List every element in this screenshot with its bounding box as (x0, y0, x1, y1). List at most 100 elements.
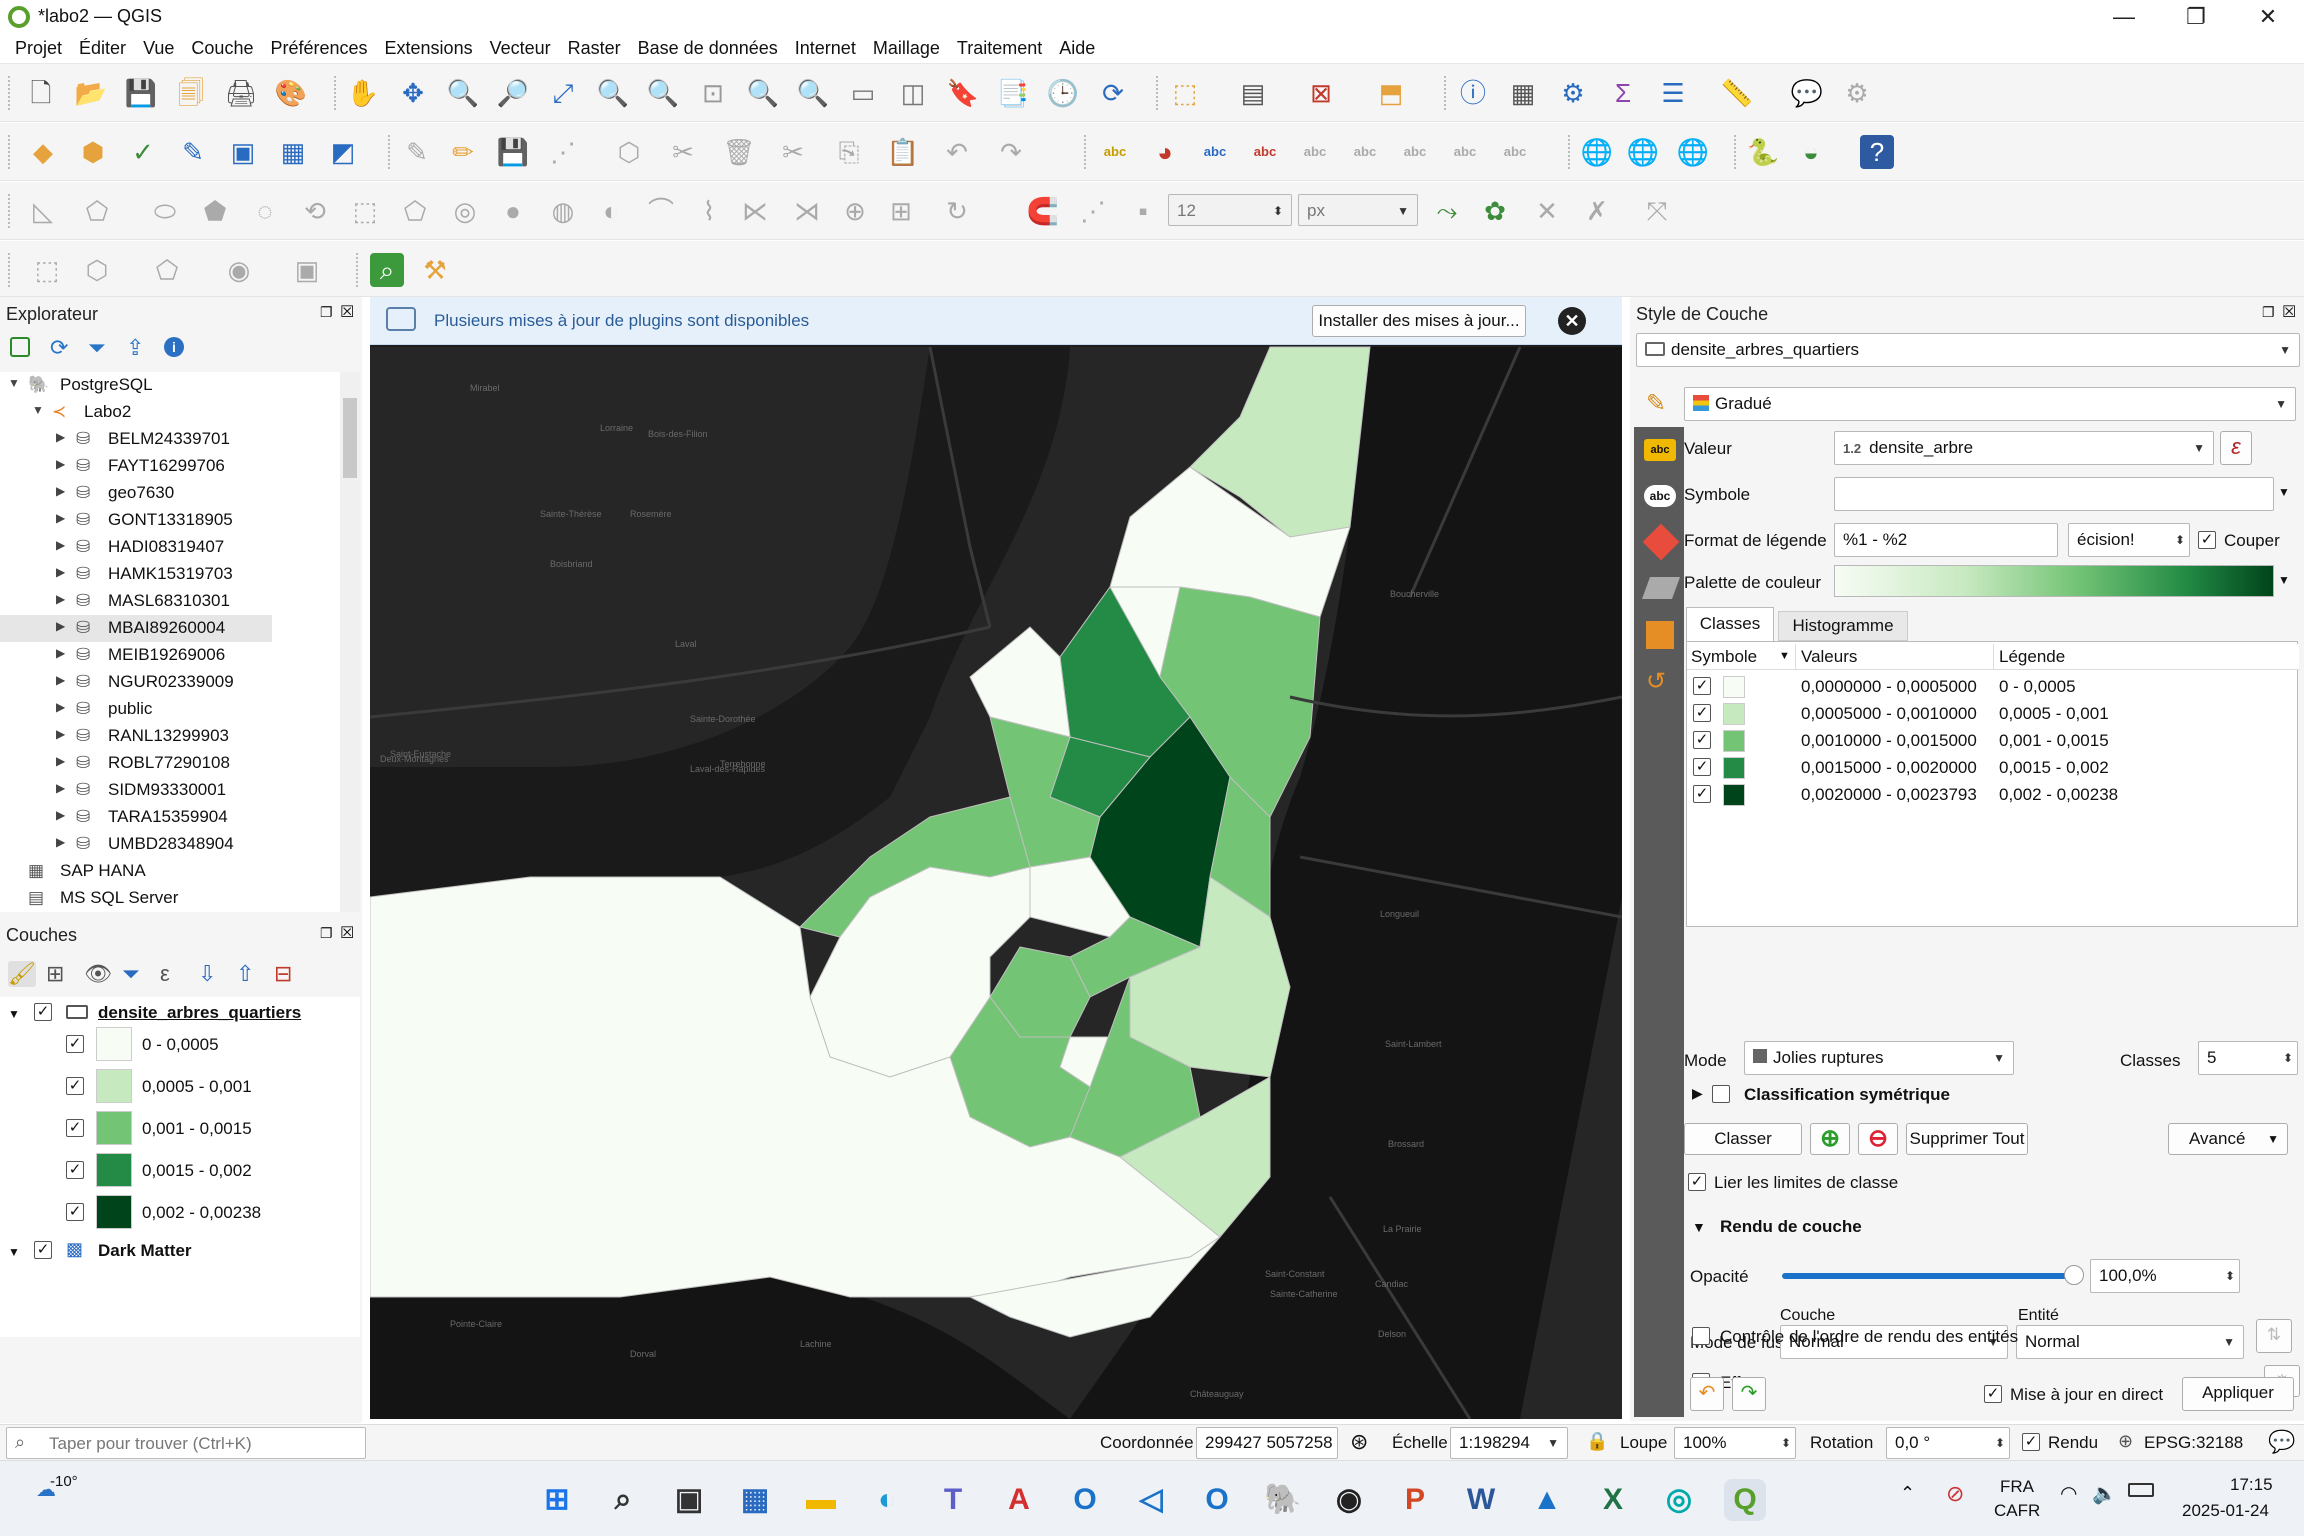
expression-button[interactable]: ε (2220, 431, 2252, 465)
col-symbol[interactable]: Symbole (1691, 647, 1757, 667)
word-icon[interactable]: W (1460, 1479, 1502, 1521)
tree-schema-SIDM93330001[interactable]: ▶ ⛁ SIDM93330001 (0, 777, 345, 804)
toolbar-grip[interactable] (356, 253, 360, 287)
class-row[interactable]: ✓ 0,0000000 - 0,0005000 0 - 0,0005 (1687, 674, 2297, 700)
tree-schema-RANL13299903[interactable]: ▶ ⛁ RANL13299903 (0, 723, 345, 750)
tree-schema-MBAI89260004[interactable]: ▶ ⛁ MBAI89260004 (0, 615, 272, 642)
collapsed-arrow-icon[interactable]: ▶ (56, 430, 65, 444)
menu-10[interactable]: Maillage (873, 34, 940, 59)
menu-3[interactable]: Couche (191, 34, 253, 59)
labels-tab[interactable]: abc (1644, 439, 1676, 461)
class-row-legend[interactable]: 0,002 - 0,00238 (1999, 785, 2118, 805)
toolbar-tb1-measure-icon[interactable]: 📏 (1720, 76, 1754, 110)
tree-mssql[interactable]: ▤ MS SQL Server (0, 885, 345, 912)
menu-11[interactable]: Traitement (957, 34, 1042, 59)
toolbar-tb2-toggle-edit-icon[interactable]: ✏ (446, 135, 480, 169)
menu-8[interactable]: Base de données (638, 34, 778, 59)
obs-icon[interactable]: ◎ (1658, 1479, 1700, 1521)
map-svg[interactable]: Mirabel Lorraine Bois-des-Filion Sainte-Thé… (370, 297, 1622, 1419)
toolbar-tb2-python-icon[interactable]: 🐍 (1746, 135, 1780, 169)
toolbar-tb1-deselect-icon[interactable]: ⊠ (1304, 76, 1338, 110)
network-alert-icon[interactable]: ⊘ (1946, 1481, 1964, 1507)
class-checkbox[interactable]: ✓ (66, 1035, 84, 1053)
toolbar-tb2-change-label-icon[interactable]: abc (1398, 135, 1432, 169)
messages-icon[interactable]: 💬 (2268, 1429, 2295, 1455)
filter-icon[interactable]: ⏷ (88, 335, 106, 361)
toolbar-tb2-move-label-icon[interactable]: abc (1298, 135, 1332, 169)
pgadmin-icon[interactable]: 🐘 (1262, 1479, 1304, 1521)
toolbar-grip[interactable] (8, 194, 12, 228)
toolbar-grip[interactable] (8, 76, 12, 110)
collapsed-arrow-icon[interactable]: ▶ (56, 511, 65, 525)
close-notice-icon[interactable]: ✕ (1558, 307, 1586, 335)
minimize-button[interactable]: — (2100, 2, 2148, 32)
toolbar-tb3-reshape-icon[interactable]: ⬟ (198, 194, 232, 228)
class-checkbox[interactable]: ✓ (66, 1203, 84, 1221)
precision-input[interactable]: écision! ⬍ (2068, 523, 2190, 557)
toolbar-tb1-zoom-out-icon[interactable]: 🔎 (496, 76, 530, 110)
tree-schema-GONT13318905[interactable]: ▶ ⛁ GONT13318905 (0, 507, 345, 534)
toolbar-tb2-edit-icon[interactable]: ✎ (400, 135, 434, 169)
link-bounds-checkbox[interactable]: ✓ (1688, 1173, 1706, 1191)
toolbar-tb2-wfs-icon[interactable]: 🌐 (1676, 135, 1710, 169)
toolbar-tb1-select-location-icon[interactable]: ⬒ (1374, 76, 1408, 110)
rotation-input[interactable]: 0,0 ° ⬍ (1886, 1427, 2010, 1459)
close-panel-icon[interactable]: ☒ (340, 302, 354, 322)
legend-class-1[interactable]: ✓ 0,0005 - 0,001 (0, 1069, 345, 1109)
map-canvas[interactable]: Mirabel Lorraine Bois-des-Filion Sainte-Thé… (370, 297, 1622, 1419)
toolbar-tb2-copy-icon[interactable]: ⎘ (832, 135, 866, 169)
live-update-checkbox[interactable]: ✓ (1984, 1385, 2002, 1403)
toolbar-tb4-select-poly-icon[interactable]: ⬡ (80, 253, 114, 287)
collapse-icon[interactable]: ▼ (1692, 1219, 1706, 1235)
opacity-slider[interactable] (1782, 1273, 2072, 1279)
tree-schema-NGUR02339009[interactable]: ▶ ⛁ NGUR02339009 (0, 669, 345, 696)
col-legend[interactable]: Légende (1999, 647, 2065, 667)
class-row-checkbox[interactable]: ✓ (1693, 758, 1711, 776)
toolbar-tb2-label-prop-icon[interactable]: abc (1498, 135, 1532, 169)
menu-2[interactable]: Vue (143, 34, 174, 59)
close-panel-icon[interactable]: ☒ (2282, 302, 2296, 322)
class-row-values[interactable]: 0,0000000 - 0,0005000 (1801, 677, 1977, 697)
toolbar-tb1-open-icon[interactable]: 📂 (74, 76, 108, 110)
class-row-swatch[interactable] (1723, 703, 1745, 725)
color-ramp-button[interactable] (1834, 565, 2274, 597)
toolbar-tb1-select-icon[interactable]: ⬚ (1168, 76, 1202, 110)
clock-date[interactable]: 2025-01-24 (2182, 1501, 2269, 1521)
render-order-button[interactable]: ⇅ (2256, 1319, 2292, 1353)
teams-icon[interactable]: T (932, 1479, 974, 1521)
toolbar-tb2-cut-icon[interactable]: ✂ (776, 135, 810, 169)
coordinate-mode-icon[interactable]: ⊛ (1350, 1429, 1368, 1455)
qgis-icon[interactable]: Q (1724, 1479, 1766, 1521)
collapsed-arrow-icon[interactable]: ▶ (56, 835, 65, 849)
toolbar-tb3-offset-icon[interactable]: ◌ (248, 194, 282, 228)
class-row-legend[interactable]: 0,0005 - 0,001 (1999, 704, 2109, 724)
toolbar-tb3-simplify-icon[interactable]: ⬠ (398, 194, 432, 228)
toolbar-tb3-fill-ring-icon[interactable]: ● (496, 194, 530, 228)
classify-button[interactable]: Classer (1684, 1123, 1802, 1155)
toolbar-tb1-show-bookmarks-icon[interactable]: 📑 (996, 76, 1030, 110)
toolbar-tb2-save-edits-icon[interactable]: 💾 (496, 135, 530, 169)
menu-5[interactable]: Extensions (385, 34, 473, 59)
toolbar-tb1-zoom-native-icon[interactable]: ⊡ (696, 76, 730, 110)
filter-expression-icon[interactable]: ε (160, 961, 170, 987)
acrobat-icon[interactable]: A (998, 1479, 1040, 1521)
toolbar-tb2-metasearch-icon[interactable]: 🌐 (1580, 135, 1614, 169)
toolbar-tb3-reshape2-icon[interactable]: ⌒ (644, 194, 678, 228)
toolbar-tb3-magnet-icon[interactable]: 🧲 (1026, 194, 1060, 228)
volume-icon[interactable]: 🔈 (2092, 1481, 2117, 1506)
toolbar-tb3-add-ring-icon[interactable]: ◎ (448, 194, 482, 228)
tree-schema-HAMK15319703[interactable]: ▶ ⛁ HAMK15319703 (0, 561, 345, 588)
tree-schema-UMBD28348904[interactable]: ▶ ⛁ UMBD28348904 (0, 831, 345, 858)
add-class-button[interactable]: ⊕ (1810, 1123, 1850, 1155)
scroll-thumb[interactable] (343, 398, 357, 478)
filter-legend-icon[interactable]: ⏷ (122, 961, 140, 987)
excel-icon[interactable]: X (1592, 1479, 1634, 1521)
toolbar-tb2-highlight-label-icon[interactable]: abc (1248, 135, 1282, 169)
lang-code[interactable]: FRA (2000, 1477, 2034, 1497)
toolbar-tb2-modify-icon[interactable]: ✂ (666, 135, 700, 169)
toolbar-tb2-rotate-label-icon[interactable]: abc (1348, 135, 1382, 169)
trim-checkbox[interactable]: ✓ (2198, 531, 2216, 549)
explorer-icon[interactable]: ▬ (800, 1479, 842, 1521)
toolbar-tb2-redo-icon[interactable]: ↷ (994, 135, 1028, 169)
class-row-swatch[interactable] (1723, 784, 1745, 806)
